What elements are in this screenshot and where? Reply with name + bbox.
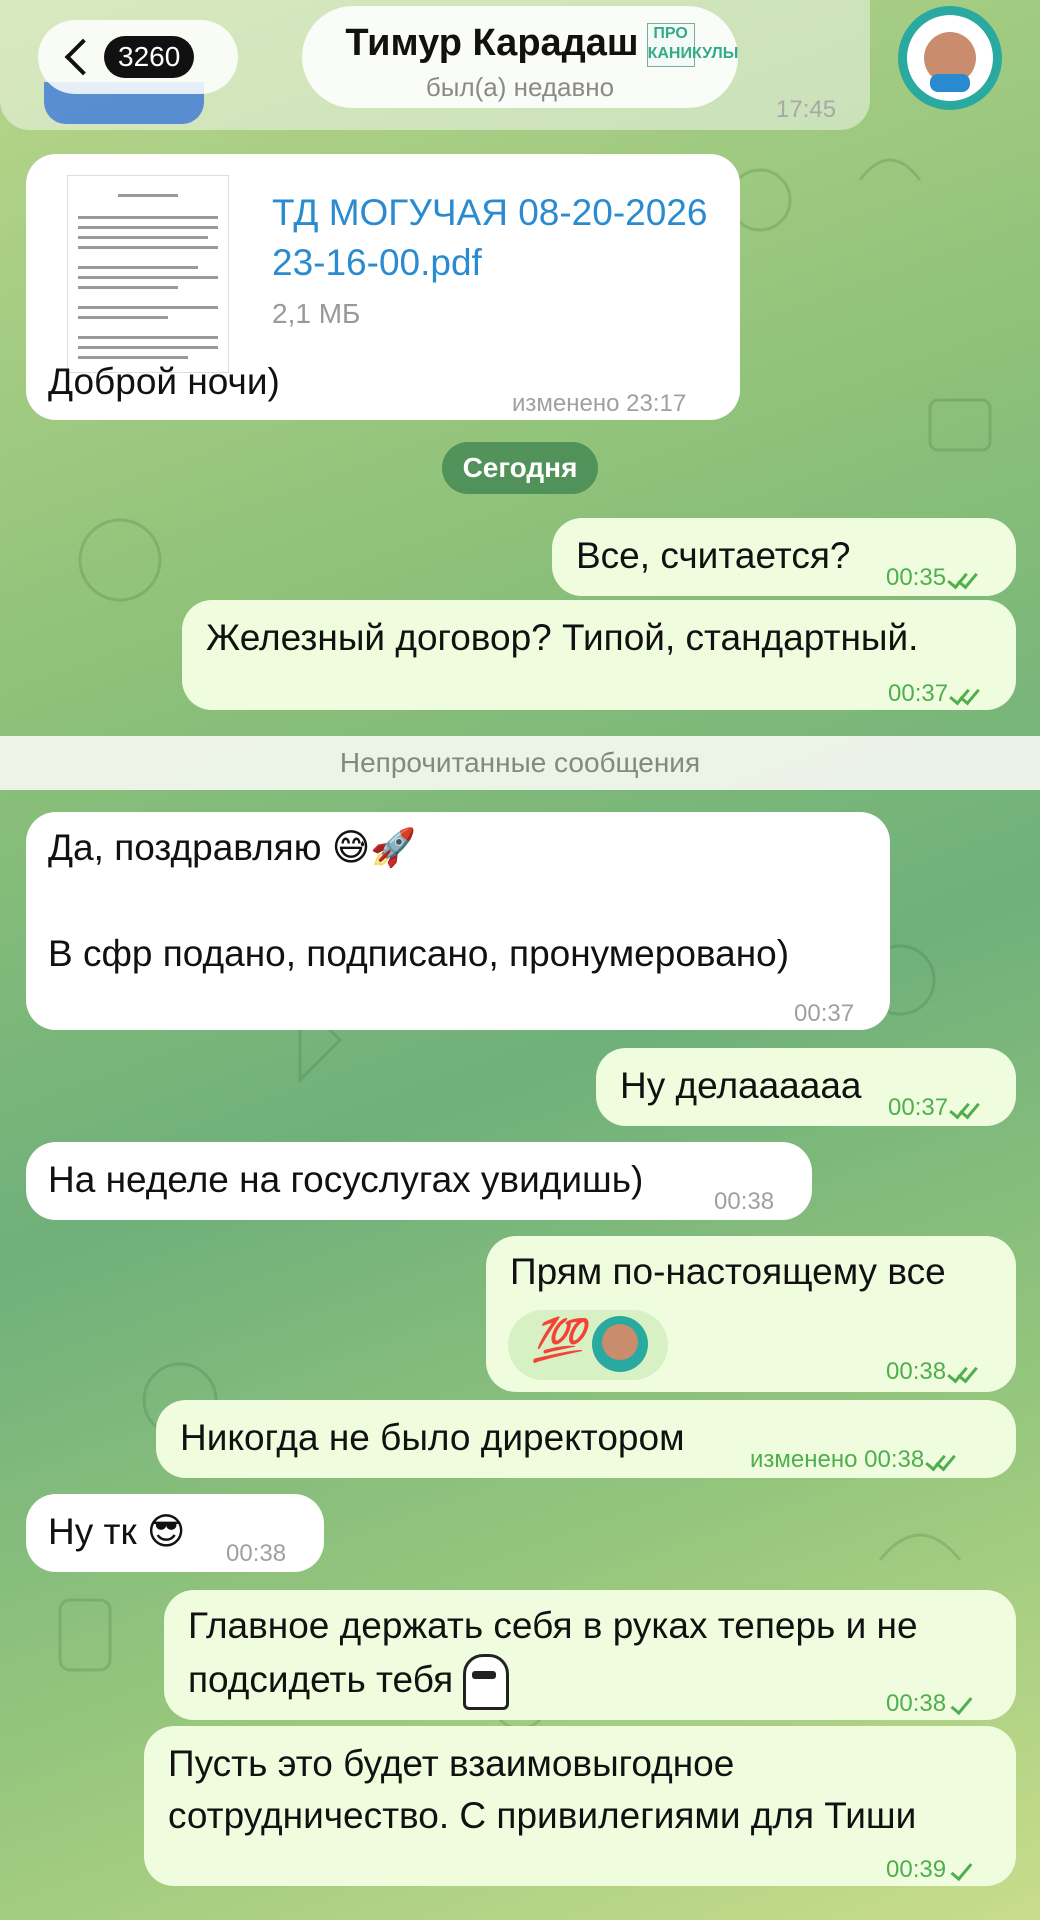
rocket-emoji: 🚀: [370, 826, 417, 869]
message-meta: 00:38: [714, 1188, 775, 1215]
message-meta: 00:37: [888, 670, 982, 718]
message-bubble-outgoing[interactable]: Ну делаааааа 00:37: [596, 1048, 1016, 1126]
unread-count-badge: 3260: [104, 36, 195, 78]
single-check-icon: [952, 1863, 972, 1879]
message-meta: 00:38: [886, 1680, 972, 1728]
message-text-line2: сотрудничество. С привилегиями для Тиши: [168, 1795, 917, 1836]
message-meta: изменено 00:38: [750, 1436, 958, 1484]
message-bubble-outgoing[interactable]: Никогда не было директором изменено 00:3…: [156, 1400, 1016, 1478]
avatar-photo: [924, 32, 976, 92]
message-text: Доброй ночи): [48, 361, 280, 402]
chat-title: Тимур Карадаш ПРО КАНИКУЛЫ: [302, 22, 738, 67]
emoji-reaction-pill[interactable]: 💯: [508, 1310, 668, 1380]
single-check-icon: [952, 1697, 972, 1713]
double-check-icon: [952, 687, 982, 703]
chat-title-text: Тимур Карадаш: [345, 22, 639, 64]
message-text-line1: Да, поздравляю 😅🚀: [48, 824, 416, 872]
message-bubble-incoming[interactable]: Да, поздравляю 😅🚀 В сфр подано, подписан…: [26, 812, 890, 1030]
back-chevron-icon: [64, 38, 102, 76]
double-check-icon: [928, 1453, 958, 1469]
message-text-line2: подсидеть тебя: [188, 1654, 510, 1710]
message-text: Прям по-настоящему все: [510, 1251, 946, 1292]
message-meta: 00:38: [226, 1540, 287, 1567]
message-text: Ну делаааааа: [620, 1065, 862, 1106]
unread-messages-divider: Непрочитанные сообщения: [0, 736, 1040, 790]
double-check-icon: [952, 1101, 982, 1117]
message-bubble-outgoing[interactable]: Главное держать себя в руках теперь и не…: [164, 1590, 1016, 1720]
sweat-smile-emoji: 😅: [331, 826, 371, 869]
message-text: Никогда не было директором: [180, 1417, 685, 1458]
file-message-bubble[interactable]: ТД МОГУЧАЯ 08-20-2026 23-16-00.pdf 2,1 М…: [26, 154, 740, 420]
date-divider: Сегодня: [442, 442, 598, 494]
message-bubble-outgoing[interactable]: Прям по-настоящему все 💯 00:38: [486, 1236, 1016, 1392]
message-meta: изменено 23:17: [512, 390, 687, 417]
ghost-sticker-icon: [463, 1654, 510, 1710]
message-text: На неделе на госуслугах увидишь): [48, 1159, 644, 1200]
message-bubble-outgoing[interactable]: Пусть это будет взаимовыгодное сотруднич…: [144, 1726, 1016, 1886]
message-text-line2: В сфр подано, подписано, пронумеровано): [48, 933, 790, 974]
message-meta: 00:39: [886, 1846, 972, 1894]
reactor-avatar: [592, 1316, 648, 1372]
message-bubble-incoming[interactable]: На неделе на госуслугах увидишь) 00:38: [26, 1142, 812, 1220]
chat-status: был(а) недавно: [425, 72, 615, 102]
message-text: Ну тк 😎: [48, 1508, 186, 1556]
message-meta: 00:35: [886, 554, 980, 602]
pdf-document-icon[interactable]: [68, 176, 228, 372]
sunglasses-emoji: 😎: [146, 1510, 186, 1553]
message-meta: 00:37: [888, 1084, 982, 1132]
double-check-icon: [950, 1365, 980, 1381]
chat-header[interactable]: Тимур Карадаш ПРО КАНИКУЛЫ был(а) недавно: [302, 6, 738, 108]
message-meta: 00:38: [886, 1348, 980, 1396]
file-name[interactable]: ТД МОГУЧАЯ 08-20-2026 23-16-00.pdf: [272, 188, 707, 288]
message-meta: 00:37: [794, 1000, 855, 1027]
message-text: Все, считается?: [576, 535, 851, 576]
message-text-line1: Пусть это будет взаимовыгодное: [168, 1743, 735, 1784]
message-bubble-incoming[interactable]: Ну тк 😎 00:38: [26, 1494, 324, 1572]
message-text: Железный договор? Типой, стандартный.: [206, 617, 919, 658]
contact-avatar[interactable]: [898, 6, 1002, 110]
message-text-line1: Главное держать себя в руках теперь и не: [188, 1605, 918, 1646]
double-check-icon: [950, 571, 980, 587]
message-bubble-outgoing[interactable]: Все, считается? 00:35: [552, 518, 1016, 596]
back-button[interactable]: 3260: [38, 20, 238, 94]
previous-message-time: 17:45: [776, 96, 837, 123]
file-size: 2,1 МБ: [272, 298, 361, 329]
message-bubble-outgoing[interactable]: Железный договор? Типой, стандартный. 00…: [182, 600, 1016, 710]
hundred-points-emoji: 💯: [532, 1316, 585, 1363]
pro-badge-logo: ПРО КАНИКУЛЫ: [646, 22, 738, 67]
